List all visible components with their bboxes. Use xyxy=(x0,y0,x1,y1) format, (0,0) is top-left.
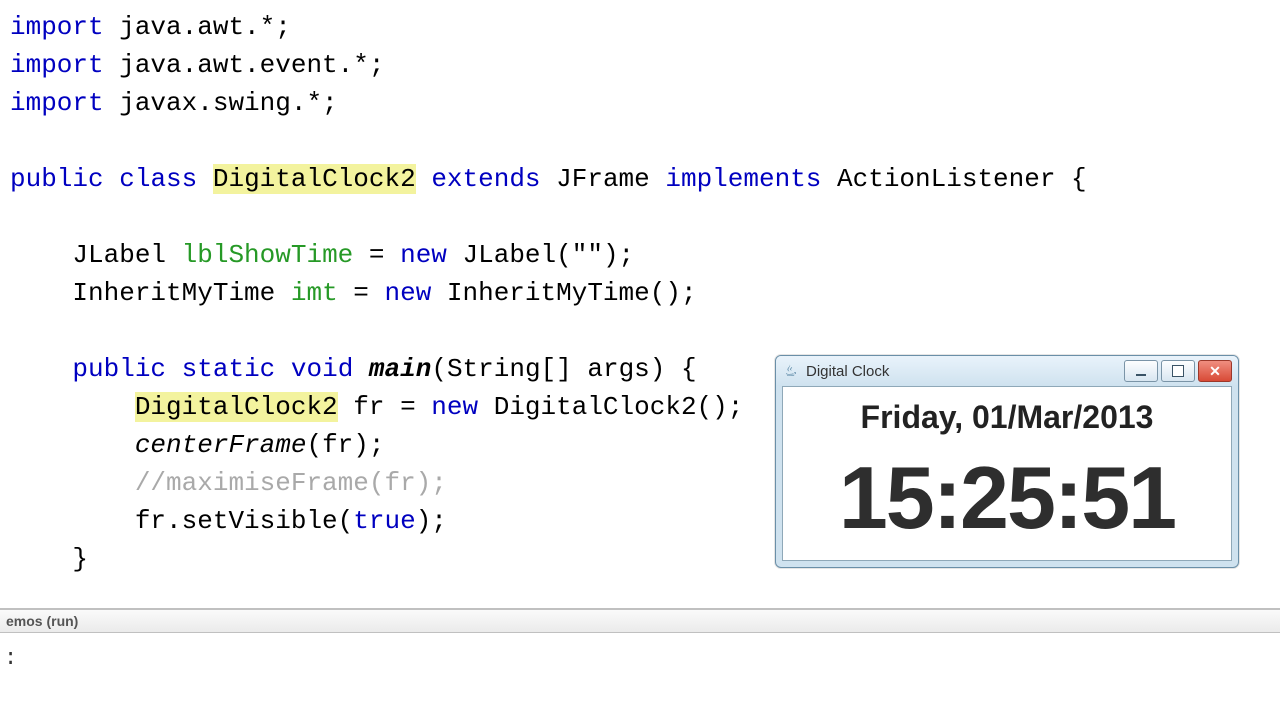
digital-clock-window[interactable]: Digital Clock ✕ Friday, 01/Mar/2013 15:2… xyxy=(775,355,1239,568)
maximize-button[interactable] xyxy=(1161,360,1195,382)
close-button[interactable]: ✕ xyxy=(1198,360,1232,382)
time-label: 15:25:51 xyxy=(789,454,1225,542)
window-title: Digital Clock xyxy=(806,363,1124,380)
titlebar[interactable]: Digital Clock ✕ xyxy=(776,356,1238,386)
console-output: : xyxy=(0,640,21,677)
clock-content: Friday, 01/Mar/2013 15:25:51 xyxy=(782,386,1232,561)
minimize-button[interactable] xyxy=(1124,360,1158,382)
console-tab-label[interactable]: emos (run) xyxy=(0,608,1280,633)
java-icon xyxy=(782,362,800,380)
date-label: Friday, 01/Mar/2013 xyxy=(789,399,1225,436)
